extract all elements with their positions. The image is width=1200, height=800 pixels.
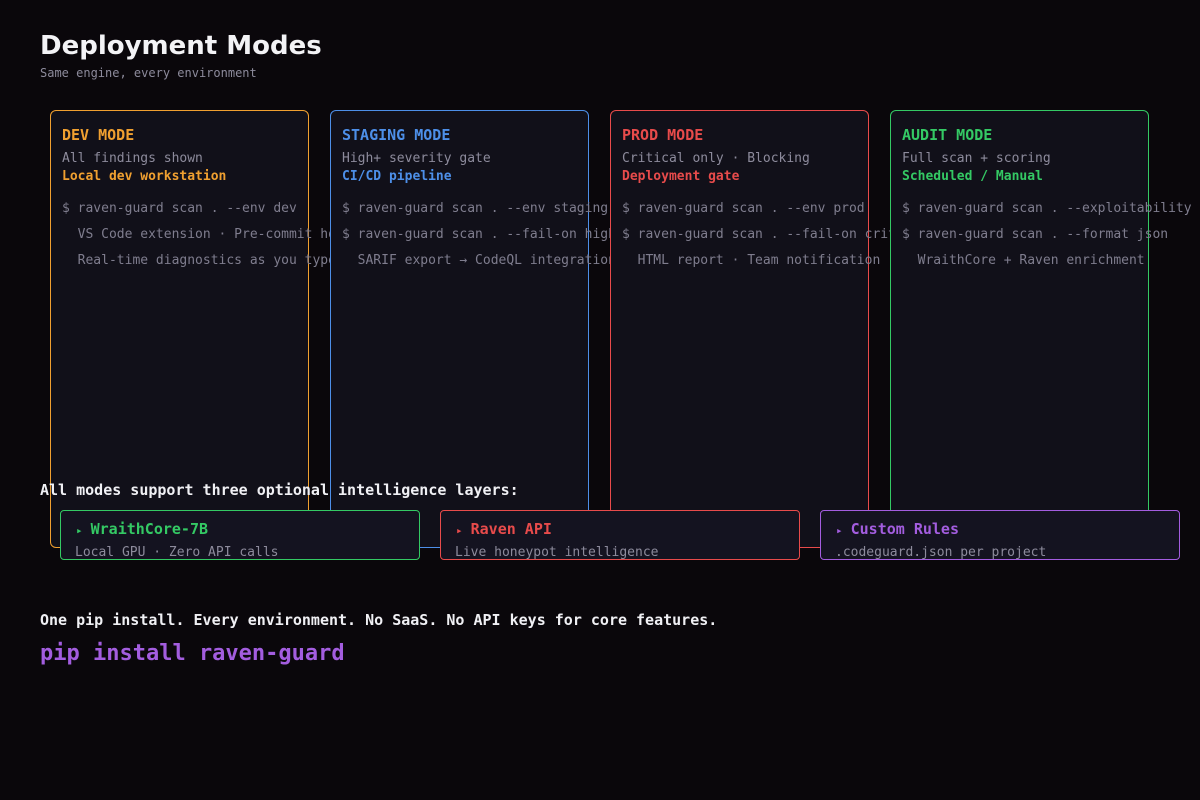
mode-feature-line: SARIF export → CodeQL integration xyxy=(342,253,616,268)
mode-title: DEV MODE xyxy=(62,126,135,144)
layer-name: WraithCore-7B xyxy=(90,520,209,538)
mode-context: Deployment gate xyxy=(622,169,740,184)
mode-feature-line: HTML report · Team notification xyxy=(622,253,881,268)
mode-command-line: $ raven-guard scan . --env prod xyxy=(622,201,865,216)
mode-feature-line: Real-time diagnostics as you type xyxy=(62,253,336,268)
mode-context: Local dev workstation xyxy=(62,169,227,184)
mode-command-line: $ raven-guard scan . --env staging xyxy=(342,201,609,216)
mode-context: Scheduled / Manual xyxy=(902,169,1043,184)
mode-description: All findings shown xyxy=(62,151,203,166)
layer-description: Live honeypot intelligence xyxy=(455,545,659,560)
arrow-icon: ▸ xyxy=(836,524,843,537)
mode-command-line: $ raven-guard scan . --fail-on critical xyxy=(622,227,928,242)
mode-command-line: $ raven-guard scan . --env dev xyxy=(62,201,297,216)
mode-context: CI/CD pipeline xyxy=(342,169,452,184)
layer-name: Raven API xyxy=(470,520,552,538)
layer-box-custom-rules: ▸ Custom Rules .codeguard.json per projec… xyxy=(820,510,1180,560)
mode-title: STAGING MODE xyxy=(342,126,451,144)
arrow-icon: ▸ xyxy=(76,524,83,537)
mode-command-line: $ raven-guard scan . --format json xyxy=(902,227,1169,242)
layer-box-raven-api: ▸ Raven API Live honeypot intelligence xyxy=(440,510,800,560)
layer-box-wraithcore: ▸ WraithCore-7B Local GPU · Zero API call… xyxy=(60,510,420,560)
layer-title: ▸ WraithCore-7B xyxy=(76,519,208,541)
page-title: Deployment Modes xyxy=(40,31,322,61)
page-subtitle: Same engine, every environment xyxy=(40,66,257,80)
mode-feature-line: VS Code extension · Pre-commit hook xyxy=(62,227,352,242)
footer-tagline: One pip install. Every environment. No S… xyxy=(40,611,718,629)
layer-name: Custom Rules xyxy=(850,520,959,538)
layer-description: Local GPU · Zero API calls xyxy=(75,545,279,560)
mode-card-prod: PROD MODE Critical only · Blocking Deplo… xyxy=(610,110,927,548)
layer-title: ▸ Raven API xyxy=(456,519,552,541)
mode-description: High+ severity gate xyxy=(342,151,491,166)
mode-command-line: $ raven-guard scan . --fail-on high xyxy=(342,227,616,242)
mode-description: Full scan + scoring xyxy=(902,151,1051,166)
mode-command-line: $ raven-guard scan . --exploitability xyxy=(902,201,1192,216)
arrow-icon: ▸ xyxy=(456,524,463,537)
mode-card-audit: AUDIT MODE Full scan + scoring Scheduled… xyxy=(890,110,1192,548)
mode-description: Critical only · Blocking xyxy=(622,151,810,166)
layers-heading: All modes support three optional intelli… xyxy=(40,481,519,499)
layer-title: ▸ Custom Rules xyxy=(836,519,959,541)
layer-description: .codeguard.json per project xyxy=(835,545,1047,560)
mode-title: PROD MODE xyxy=(622,126,704,144)
install-command: pip install raven-guard xyxy=(40,641,345,666)
mode-title: AUDIT MODE xyxy=(902,126,993,144)
mode-feature-line: WraithCore + Raven enrichment xyxy=(902,253,1145,268)
